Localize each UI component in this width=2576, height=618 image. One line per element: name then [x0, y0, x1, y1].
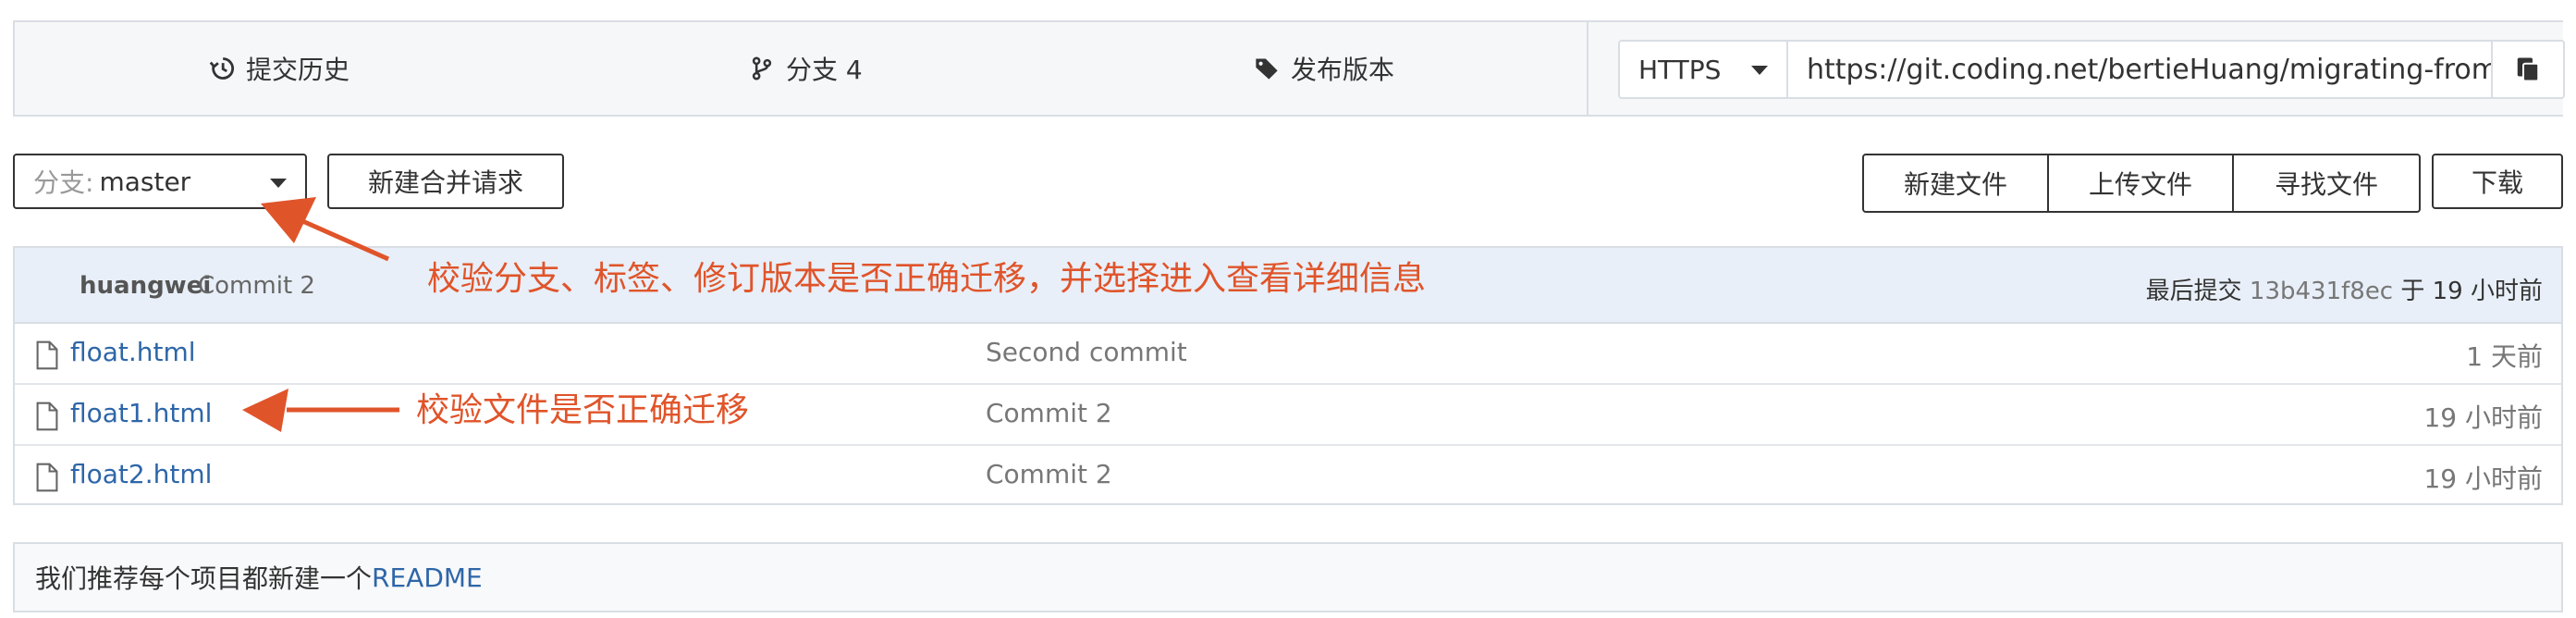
annotation-arrowhead-icon: [242, 389, 288, 432]
annotation-branch-note: 校验分支、标签、修订版本是否正确迁移，并选择进入查看详细信息: [427, 260, 1427, 298]
annotation-arrowhead-icon: [261, 197, 316, 243]
annotation-arrow-line: [299, 217, 390, 262]
annotation-file-note: 校验文件是否正确迁移: [416, 391, 750, 429]
annotation-arrows: [242, 197, 399, 432]
